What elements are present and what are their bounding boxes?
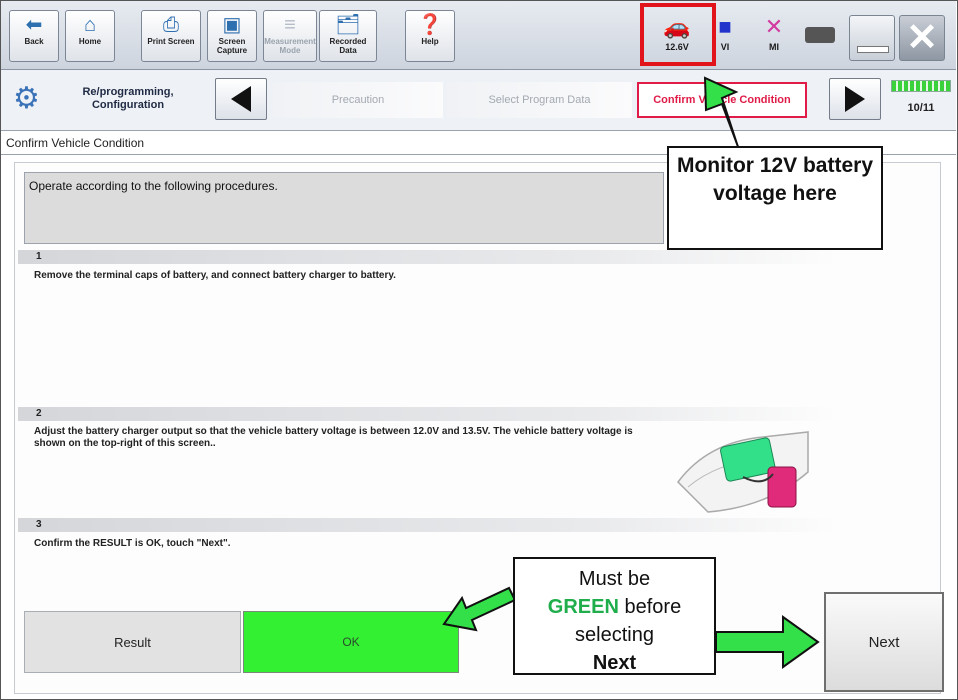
arrow-to-next	[715, 615, 820, 669]
callout-line-1: Must be	[578, 568, 651, 590]
callout-green-word: GREEN	[547, 596, 619, 618]
green-callout: Must be GREEN before selecting Next	[513, 557, 716, 675]
voltage-callout: Monitor 12V battery voltage here	[667, 146, 883, 250]
arrow-to-ok	[442, 586, 517, 632]
annotation-arrows	[442, 76, 820, 669]
callout-next-word: Next	[592, 652, 637, 674]
callout-line-3: Next	[515, 649, 714, 677]
arrow-to-voltage	[703, 76, 761, 153]
callout-line-2: GREEN before selecting	[515, 593, 714, 649]
